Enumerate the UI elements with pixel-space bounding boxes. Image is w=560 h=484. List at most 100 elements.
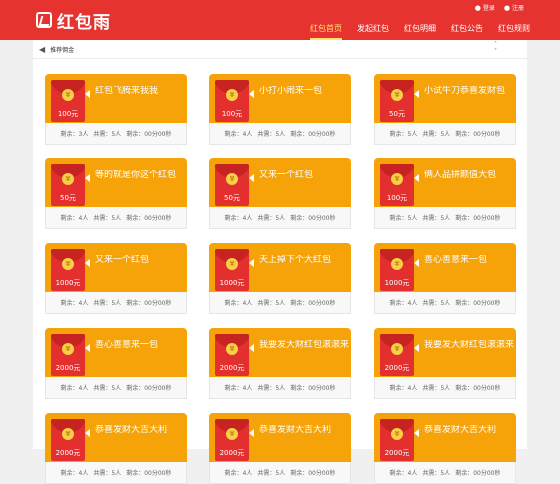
red-envelope-icon: ¥2000元 xyxy=(215,419,249,461)
redpacket-card[interactable]: ¥1000元 天上掉下个大红包 剩余：4人 共需：5人 剩余：00分00秒 xyxy=(209,243,351,314)
redpacket-card[interactable]: ¥50元 小试牛刀恭喜发财包 剩余：5人 共需：5人 剩余：00分00秒 xyxy=(374,74,516,145)
card-header: ¥100元 红包飞腾来我我 xyxy=(45,74,187,123)
card-stats: 剩余：4人 共需：5人 剩余：00分00秒 xyxy=(45,207,187,229)
packet-title: 俩人品拼颜值大包 xyxy=(424,170,497,180)
packet-title: 天上掉下个大红包 xyxy=(259,255,332,265)
redpacket-card[interactable]: ¥1000元 善心善意来一包 剩余：4人 共需：5人 剩余：00分00秒 xyxy=(374,243,516,314)
card-header: ¥1000元 又来一个红包 xyxy=(45,243,187,292)
card-stats: 剩余：3人 共需：5人 剩余：00分00秒 xyxy=(45,123,187,145)
nav-detail[interactable]: 红包明细 xyxy=(404,24,436,38)
card-stats: 剩余：5人 共需：5人 剩余：00分00秒 xyxy=(374,207,516,229)
coin-icon: ¥ xyxy=(226,173,238,185)
packet-amount: 2000元 xyxy=(55,449,81,457)
redpacket-card[interactable]: ¥1000元 又来一个红包 剩余：4人 共需：5人 剩余：00分00秒 xyxy=(45,243,187,314)
card-header: ¥100元 小打小闹来一包 xyxy=(209,74,351,123)
packet-amount: 50元 xyxy=(389,110,405,118)
packet-amount: 100元 xyxy=(221,110,243,118)
packet-title: 又来一个红包 xyxy=(95,255,150,265)
redpacket-card[interactable]: ¥2000元 善心善意来一包 剩余：4人 共需：5人 剩余：00分00秒 xyxy=(45,328,187,399)
red-envelope-icon: ¥2000元 xyxy=(380,419,414,461)
card-header: ¥2000元 我要发大财红包滚滚来 xyxy=(209,328,351,377)
card-header: ¥50元 小试牛刀恭喜发财包 xyxy=(374,74,516,123)
card-header: ¥2000元 我要发大财红包滚滚来 xyxy=(374,328,516,377)
red-envelope-icon: ¥100元 xyxy=(51,80,85,122)
card-header: ¥2000元 恭喜发财大吉大利 xyxy=(45,413,187,462)
pointer-icon xyxy=(85,90,90,98)
card-header: ¥2000元 恭喜发财大吉大利 xyxy=(209,413,351,462)
packet-amount: 2000元 xyxy=(219,364,245,372)
card-stats: 剩余：4人 共需：5人 剩余：00分00秒 xyxy=(209,292,351,314)
red-envelope-icon: ¥50元 xyxy=(380,80,414,122)
packet-amount: 1000元 xyxy=(219,279,245,287)
login-link[interactable]: ● 登录 xyxy=(475,3,495,13)
main-nav: 红包首页 发起红包 红包明细 红包公告 红包规则 xyxy=(310,24,530,40)
packet-amount: 100元 xyxy=(57,110,79,118)
packet-title: 又来一个红包 xyxy=(259,170,314,180)
card-stats: 剩余：4人 共需：5人 剩余：00分00秒 xyxy=(374,462,516,484)
nav-launch[interactable]: 发起红包 xyxy=(357,24,389,38)
card-header: ¥2000元 善心善意来一包 xyxy=(45,328,187,377)
pointer-icon xyxy=(414,90,419,98)
card-stats: 剩余：4人 共需：5人 剩余：00分00秒 xyxy=(374,292,516,314)
coin-icon: ¥ xyxy=(62,173,74,185)
packet-amount: 1000元 xyxy=(384,279,410,287)
card-stats: 剩余：4人 共需：5人 剩余：00分00秒 xyxy=(209,123,351,145)
pointer-icon xyxy=(414,259,419,267)
card-header: ¥100元 俩人品拼颜值大包 xyxy=(374,158,516,207)
redpacket-card[interactable]: ¥100元 红包飞腾来我我 剩余：3人 共需：5人 剩余：00分00秒 xyxy=(45,74,187,145)
red-envelope-icon: ¥100元 xyxy=(215,80,249,122)
pointer-icon xyxy=(249,344,254,352)
card-header: ¥50元 又来一个红包 xyxy=(209,158,351,207)
nav-home[interactable]: 红包首页 xyxy=(310,24,342,40)
coin-icon: ¥ xyxy=(391,173,403,185)
card-header: ¥2000元 恭喜发财大吉大利 xyxy=(374,413,516,462)
packet-title: 恭喜发财大吉大利 xyxy=(259,425,332,435)
packet-title: 恭喜发财大吉大利 xyxy=(424,425,497,435)
redpacket-card[interactable]: ¥50元 等的就是你这个红包 剩余：4人 共需：5人 剩余：00分00秒 xyxy=(45,158,187,229)
redpacket-card[interactable]: ¥100元 俩人品拼颜值大包 剩余：5人 共需：5人 剩余：00分00秒 xyxy=(374,158,516,229)
header: 红包雨 ● 登录 ● 注册 红包首页 发起红包 红包明细 红包公告 红包规则 xyxy=(0,0,560,40)
card-header: ¥1000元 善心善意来一包 xyxy=(374,243,516,292)
coin-icon: ¥ xyxy=(391,428,403,440)
register-link[interactable]: ● 注册 xyxy=(503,3,524,13)
pointer-icon xyxy=(85,259,90,267)
card-stats: 剩余：4人 共需：5人 剩余：00分00秒 xyxy=(209,462,351,484)
redpacket-card[interactable]: ¥50元 又来一个红包 剩余：4人 共需：5人 剩余：00分00秒 xyxy=(209,158,351,229)
packet-amount: 2000元 xyxy=(55,364,81,372)
redpacket-card[interactable]: ¥2000元 我要发大财红包滚滚来 剩余：4人 共需：5人 剩余：00分00秒 xyxy=(209,328,351,399)
pointer-icon xyxy=(249,429,254,437)
card-stats: 剩余：5人 共需：5人 剩余：00分00秒 xyxy=(374,123,516,145)
brand-logo[interactable]: 红包雨 xyxy=(36,9,111,33)
redpacket-card[interactable]: ¥100元 小打小闹来一包 剩余：4人 共需：5人 剩余：00分00秒 xyxy=(209,74,351,145)
pointer-icon xyxy=(85,344,90,352)
packet-amount: 100元 xyxy=(386,194,408,202)
red-envelope-icon: ¥2000元 xyxy=(380,334,414,376)
packet-amount: 1000元 xyxy=(55,279,81,287)
pointer-icon xyxy=(249,259,254,267)
redpacket-card[interactable]: ¥2000元 我要发大财红包滚滚来 剩余：4人 共需：5人 剩余：00分00秒 xyxy=(374,328,516,399)
packet-amount: 2000元 xyxy=(384,449,410,457)
packet-title: 恭喜发财大吉大利 xyxy=(95,425,168,435)
coin-icon: ¥ xyxy=(226,428,238,440)
pointer-icon xyxy=(85,429,90,437)
coin-icon: ¥ xyxy=(62,89,74,101)
coin-icon: ¥ xyxy=(226,258,238,270)
coin-icon: ¥ xyxy=(226,343,238,355)
pointer-icon xyxy=(414,429,419,437)
pointer-icon xyxy=(249,174,254,182)
packet-amount: 50元 xyxy=(224,194,240,202)
coin-icon: ¥ xyxy=(391,343,403,355)
card-stats: 剩余：4人 共需：5人 剩余：00分00秒 xyxy=(209,377,351,399)
card-header: ¥1000元 天上掉下个大红包 xyxy=(209,243,351,292)
redpacket-grid: ¥100元 红包飞腾来我我 剩余：3人 共需：5人 剩余：00分00秒 ¥100元 … xyxy=(33,40,527,484)
red-envelope-icon: ¥50元 xyxy=(215,164,249,206)
coin-icon: ¥ xyxy=(391,258,403,270)
nav-rules[interactable]: 红包规则 xyxy=(498,24,530,38)
coin-icon: ¥ xyxy=(62,428,74,440)
card-stats: 剩余：4人 共需：5人 剩余：00分00秒 xyxy=(209,207,351,229)
red-envelope-icon: ¥2000元 xyxy=(51,334,85,376)
user-add-icon: ● xyxy=(503,3,510,12)
main-content: ◀ 推荐佣金 ˄ ˅ ¥100元 红包飞腾来我我 剩余：3人 共需：5人 剩余：00分… xyxy=(33,40,527,484)
nav-notice[interactable]: 红包公告 xyxy=(451,24,483,38)
packet-title: 我要发大财红包滚滚来 xyxy=(424,340,514,350)
